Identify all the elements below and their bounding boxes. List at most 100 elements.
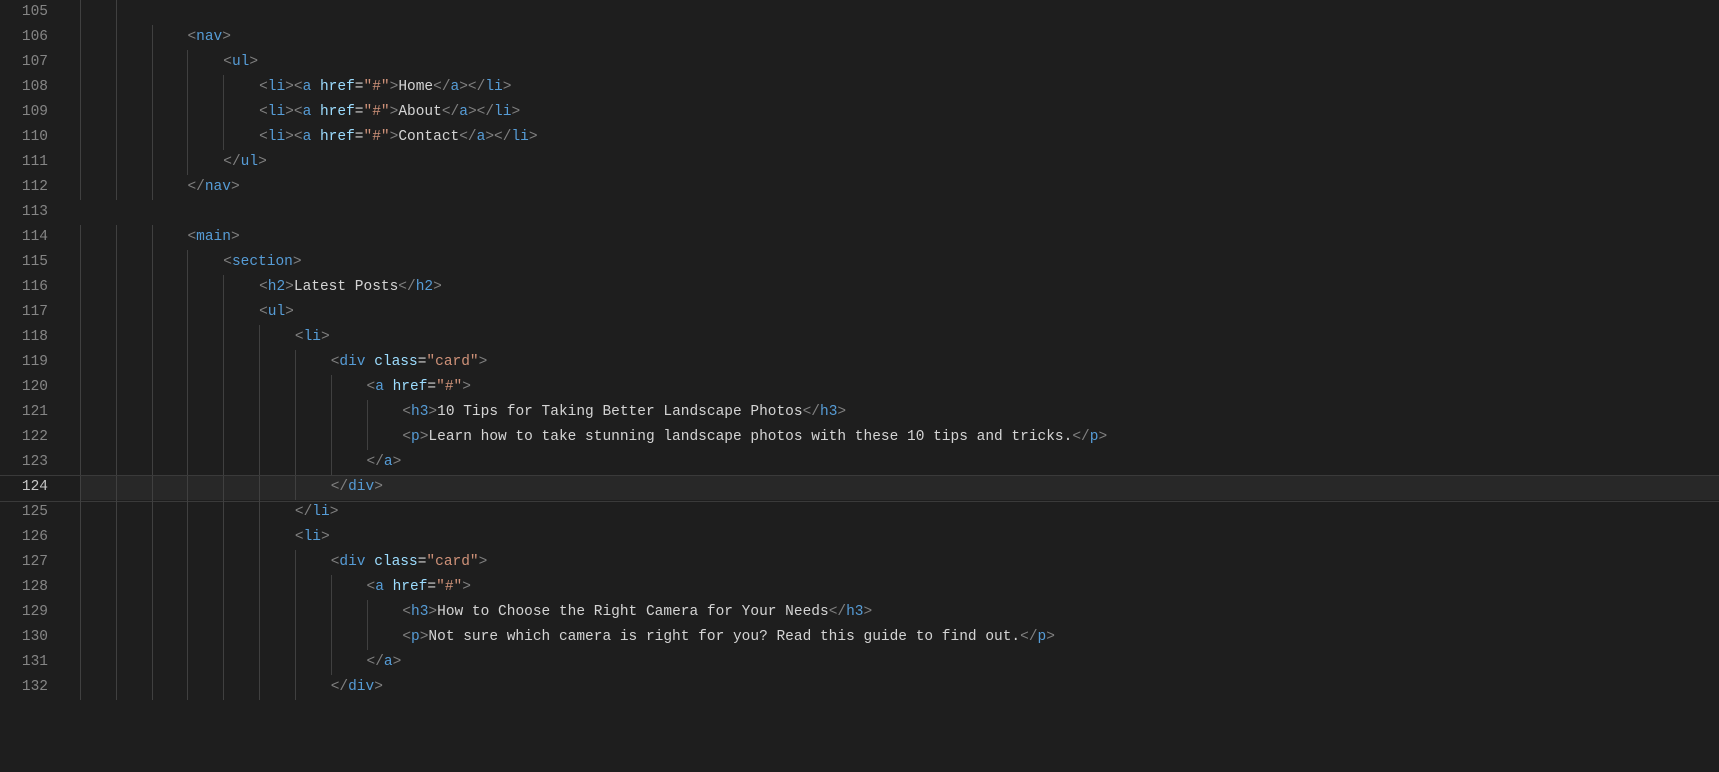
code-line[interactable]: <a href="#"> — [80, 375, 1719, 400]
code-line[interactable]: </nav> — [80, 175, 1719, 200]
token-tag: li — [494, 104, 511, 120]
code-line[interactable]: <li><a href="#">Home</a></li> — [80, 75, 1719, 100]
line-number[interactable]: 107 — [0, 50, 48, 75]
line-number[interactable]: 106 — [0, 25, 48, 50]
line-number[interactable]: 113 — [0, 200, 48, 225]
token-pn: < — [367, 579, 376, 595]
token-tag: a — [451, 79, 460, 95]
token-pn: > — [330, 504, 339, 520]
token-txt — [384, 579, 393, 595]
line-number[interactable]: 116 — [0, 275, 48, 300]
token-tag: ul — [232, 54, 249, 70]
code-line[interactable]: </a> — [80, 450, 1719, 475]
code-line[interactable]: <h3>10 Tips for Taking Better Landscape … — [80, 400, 1719, 425]
line-number[interactable]: 126 — [0, 525, 48, 550]
line-number[interactable]: 128 — [0, 575, 48, 600]
token-pn: < — [295, 329, 304, 345]
token-txt: How to Choose the Right Camera for Your … — [437, 604, 829, 620]
token-tag: h3 — [820, 404, 837, 420]
token-tag: nav — [196, 29, 222, 45]
line-number[interactable]: 125 — [0, 500, 48, 525]
line-number[interactable]: 132 — [0, 675, 48, 700]
line-number[interactable]: 108 — [0, 75, 48, 100]
code-line[interactable] — [80, 0, 1719, 25]
line-number[interactable]: 120 — [0, 375, 48, 400]
token-pn: > — [231, 179, 240, 195]
line-number[interactable]: 109 — [0, 100, 48, 125]
token-pn: </ — [331, 479, 348, 495]
code-editor[interactable]: 1051061071081091101111121131141151161171… — [0, 0, 1719, 772]
line-number[interactable]: 117 — [0, 300, 48, 325]
code-line[interactable]: <li> — [80, 325, 1719, 350]
line-number[interactable]: 122 — [0, 425, 48, 450]
token-eq: = — [355, 79, 364, 95]
token-pn: ></ — [485, 129, 511, 145]
code-line[interactable]: <a href="#"> — [80, 575, 1719, 600]
line-number-gutter[interactable]: 1051061071081091101111121131141151161171… — [0, 0, 72, 772]
line-number[interactable]: 111 — [0, 150, 48, 175]
line-number[interactable]: 129 — [0, 600, 48, 625]
code-area[interactable]: <nav> <ul> <li><a href="#">Home</a></li>… — [72, 0, 1719, 772]
token-txt: 10 Tips for Taking Better Landscape Phot… — [437, 404, 802, 420]
token-tag: h3 — [411, 604, 428, 620]
line-number[interactable]: 118 — [0, 325, 48, 350]
token-tag: li — [268, 104, 285, 120]
code-line[interactable]: <div class="card"> — [80, 350, 1719, 375]
token-pn: > — [374, 479, 383, 495]
token-txt: Home — [398, 79, 433, 95]
line-number[interactable]: 123 — [0, 450, 48, 475]
code-line[interactable]: <p>Learn how to take stunning landscape … — [80, 425, 1719, 450]
line-number[interactable]: 112 — [0, 175, 48, 200]
line-number[interactable]: 119 — [0, 350, 48, 375]
token-tag: p — [411, 629, 420, 645]
token-tag: a — [459, 104, 468, 120]
token-str: "#" — [364, 104, 390, 120]
token-pn: < — [259, 104, 268, 120]
code-line[interactable]: </ul> — [80, 150, 1719, 175]
line-number[interactable]: 130 — [0, 625, 48, 650]
line-number[interactable]: 127 — [0, 550, 48, 575]
code-line[interactable]: </li> — [80, 500, 1719, 525]
code-line[interactable]: <nav> — [80, 25, 1719, 50]
token-str: "#" — [364, 129, 390, 145]
code-line[interactable]: </div> — [80, 675, 1719, 700]
code-line[interactable]: <h3>How to Choose the Right Camera for Y… — [80, 600, 1719, 625]
token-pn: >< — [285, 104, 302, 120]
line-number[interactable]: 114 — [0, 225, 48, 250]
token-pn: >< — [285, 79, 302, 95]
token-pn: ></ — [459, 79, 485, 95]
code-line[interactable]: <li><a href="#">About</a></li> — [80, 100, 1719, 125]
code-line[interactable]: <ul> — [80, 50, 1719, 75]
token-pn: > — [462, 379, 471, 395]
token-tag: li — [312, 504, 329, 520]
line-number[interactable]: 110 — [0, 125, 48, 150]
line-number[interactable]: 121 — [0, 400, 48, 425]
token-pn: < — [402, 404, 411, 420]
code-line[interactable]: </a> — [80, 650, 1719, 675]
line-number[interactable]: 115 — [0, 250, 48, 275]
code-line[interactable]: <li> — [80, 525, 1719, 550]
code-line[interactable]: <section> — [80, 250, 1719, 275]
token-pn: > — [258, 154, 267, 170]
token-tag: a — [384, 654, 393, 670]
line-number[interactable]: 124 — [0, 475, 48, 500]
line-number[interactable]: 131 — [0, 650, 48, 675]
token-pn: ></ — [468, 104, 494, 120]
code-line[interactable]: </div> — [80, 475, 1719, 500]
token-pn: > — [428, 404, 437, 420]
token-pn: </ — [803, 404, 820, 420]
token-pn: </ — [459, 129, 476, 145]
token-txt: Latest Posts — [294, 279, 398, 295]
token-pn: > — [837, 404, 846, 420]
code-line[interactable]: <main> — [80, 225, 1719, 250]
code-line[interactable]: <h2>Latest Posts</h2> — [80, 275, 1719, 300]
token-pn: > — [864, 604, 873, 620]
code-line[interactable]: <p>Not sure which camera is right for yo… — [80, 625, 1719, 650]
code-line[interactable]: <li><a href="#">Contact</a></li> — [80, 125, 1719, 150]
token-pn: > — [321, 529, 330, 545]
token-pn: > — [231, 229, 240, 245]
code-line[interactable]: <div class="card"> — [80, 550, 1719, 575]
code-line[interactable]: <ul> — [80, 300, 1719, 325]
line-number[interactable]: 105 — [0, 0, 48, 25]
code-line[interactable] — [80, 200, 1719, 225]
